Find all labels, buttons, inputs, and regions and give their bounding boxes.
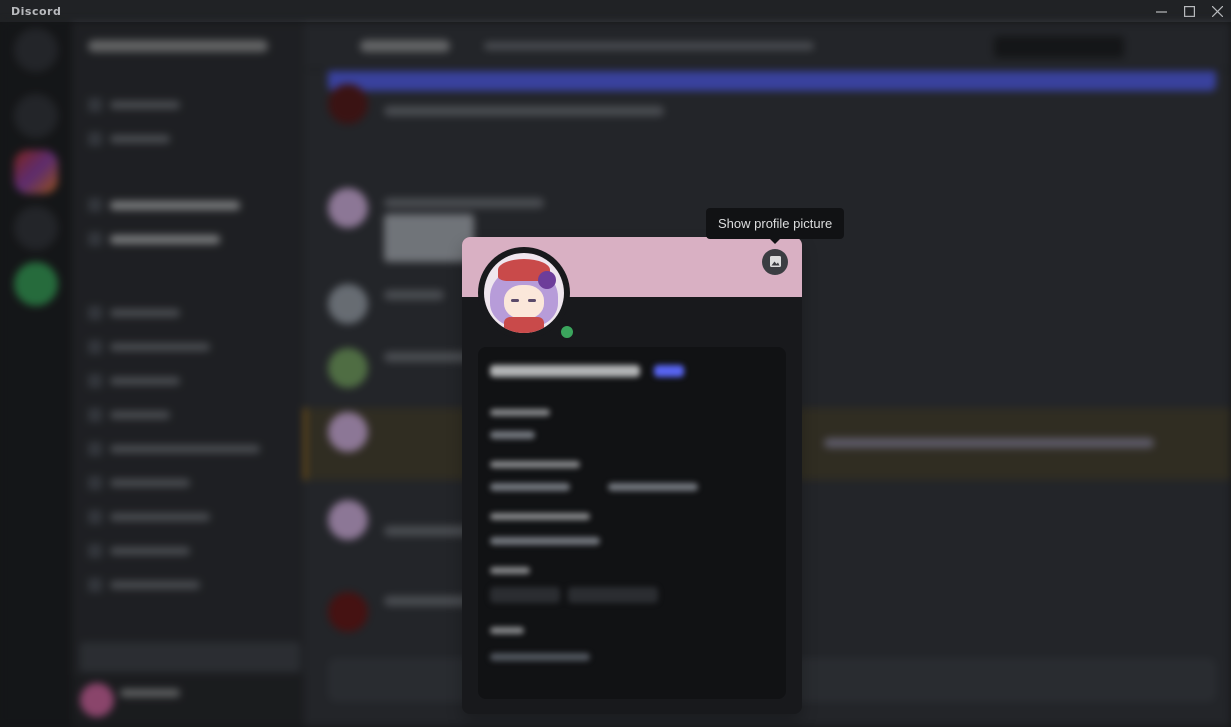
profile-popout xyxy=(462,237,802,714)
avatar-image xyxy=(484,253,564,333)
image-icon xyxy=(769,253,782,272)
app-title: Discord xyxy=(11,4,62,18)
title-bar: Discord xyxy=(0,0,1231,22)
minimize-icon[interactable] xyxy=(1147,0,1175,22)
discord-app: Discord Show profile picture xyxy=(0,0,1231,727)
maximize-icon[interactable] xyxy=(1175,0,1203,22)
online-status-indicator xyxy=(558,323,576,341)
profile-details-card xyxy=(478,347,786,699)
tooltip-text: Show profile picture xyxy=(718,216,833,231)
tooltip: Show profile picture xyxy=(706,208,845,244)
show-profile-picture-button[interactable] xyxy=(762,249,788,275)
avatar[interactable] xyxy=(478,247,576,341)
close-icon[interactable] xyxy=(1203,0,1231,22)
